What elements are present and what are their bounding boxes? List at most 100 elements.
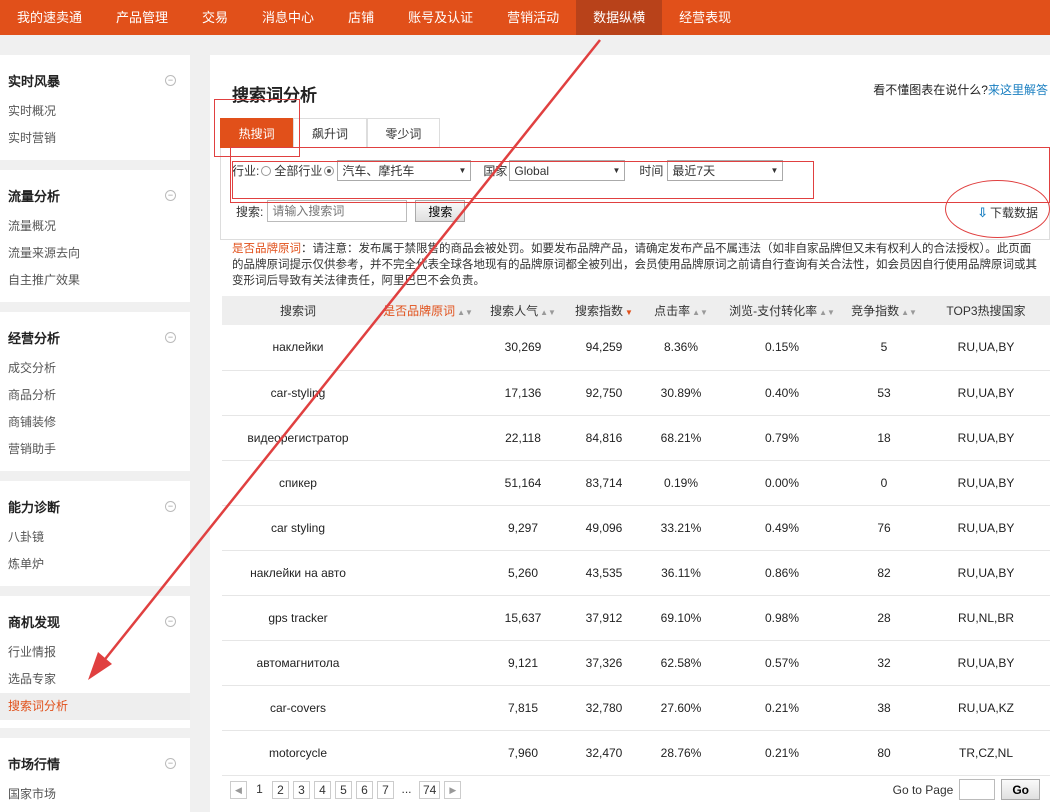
table-cell: RU,UA,KZ <box>922 685 1050 731</box>
table-cell: 27.60% <box>644 685 718 731</box>
table-cell: 0.19% <box>644 460 718 506</box>
col-click-rate[interactable]: 点击率 ▲▼ <box>644 296 718 325</box>
page-number-last[interactable]: 74 <box>419 781 441 799</box>
collapse-icon[interactable]: − <box>165 190 176 201</box>
goto-page-input[interactable] <box>959 779 996 800</box>
sidebar-item[interactable]: 选品专家 <box>0 666 190 693</box>
industry-select-value: 汽车、摩托车 <box>342 164 415 178</box>
time-select[interactable]: 最近7天 ▼ <box>667 160 784 181</box>
page-number[interactable]: 1 <box>251 781 268 799</box>
col-search-index[interactable]: 搜索指数 ▼ <box>564 296 644 325</box>
table-cell: 80 <box>846 730 922 776</box>
download-data-button[interactable]: ⇩ 下载数据 <box>977 204 1038 221</box>
table-cell: 53 <box>846 370 922 416</box>
table-cell: car-styling <box>222 370 374 416</box>
chevron-down-icon: ▼ <box>458 166 467 175</box>
col-is-brand[interactable]: 是否品牌原词 ▲▼ <box>374 296 482 325</box>
table-cell: 0.21% <box>718 685 846 731</box>
nav-item-1[interactable]: 产品管理 <box>99 0 185 35</box>
sidebar-group-header[interactable]: 市场行情 − <box>0 744 190 781</box>
table-cell: RU,UA,BY <box>922 415 1050 461</box>
tab-hot-words[interactable]: 热搜词 <box>220 118 294 148</box>
col-search-popularity[interactable]: 搜索人气 ▲▼ <box>482 296 564 325</box>
table-cell: 49,096 <box>564 505 644 551</box>
goto-page: Go to Page Go <box>893 779 1040 800</box>
tab-rising-words[interactable]: 飙升词 <box>293 118 367 148</box>
sidebar-item[interactable]: 搜索词分析 <box>0 693 190 720</box>
sidebar-item[interactable]: 成交分析 <box>0 355 190 382</box>
industry-select[interactable]: 汽车、摩托车 ▼ <box>337 160 472 181</box>
nav-item-8[interactable]: 经营表现 <box>662 0 748 35</box>
sidebar-group-header[interactable]: 能力诊断 − <box>0 487 190 524</box>
main-panel: 搜索词分析 看不懂图表在说什么?来这里解答 热搜词 飙升词 零少词 行业: 全部… <box>210 55 1050 812</box>
collapse-icon[interactable]: − <box>165 616 176 627</box>
country-select[interactable]: Global ▼ <box>509 160 626 181</box>
help-link[interactable]: 来这里解答 <box>988 83 1048 97</box>
col-competition-index[interactable]: 竞争指数 ▲▼ <box>846 296 922 325</box>
sidebar-group-title: 经营分析 <box>8 331 61 346</box>
table-cell: 0.79% <box>718 415 846 461</box>
table-cell: RU,UA,BY <box>922 325 1050 371</box>
sidebar-item[interactable]: 实时营销 <box>0 125 190 152</box>
col-label: 搜索词 <box>279 304 316 318</box>
sidebar-item[interactable]: 行业情报 <box>0 639 190 666</box>
collapse-icon[interactable]: − <box>165 501 176 512</box>
sidebar-group-header[interactable]: 流量分析 − <box>0 176 190 213</box>
nav-item-6[interactable]: 营销活动 <box>490 0 576 35</box>
sidebar-item[interactable]: 商品分析 <box>0 382 190 409</box>
collapse-icon[interactable]: − <box>165 332 176 343</box>
sidebar-item[interactable]: 营销助手 <box>0 436 190 463</box>
nav-item-7[interactable]: 数据纵横 <box>576 0 663 35</box>
tab-bar: 热搜词 飙升词 零少词 <box>220 118 440 148</box>
sidebar-group-header[interactable]: 经营分析 − <box>0 318 190 355</box>
table-cell <box>374 370 482 416</box>
page-number[interactable]: 4 <box>314 781 331 799</box>
collapse-icon[interactable]: − <box>165 758 176 769</box>
page-number[interactable]: 6 <box>356 781 373 799</box>
page-number[interactable]: 7 <box>377 781 394 799</box>
go-button[interactable]: Go <box>1001 779 1040 800</box>
sidebar-item[interactable]: 流量概况 <box>0 213 190 240</box>
sidebar-group-header[interactable]: 实时风暴 − <box>0 61 190 98</box>
sidebar: 实时风暴 − 实时概况 实时营销流量分析 − 流量概况 流量来源去向 自主推广效果经营分析 − 成… <box>0 55 190 812</box>
radio-all-industry[interactable] <box>261 165 272 176</box>
table-cell: 68.21% <box>644 415 718 461</box>
table-cell: gps tracker <box>222 595 374 641</box>
prev-page-icon[interactable]: ◀ <box>230 781 247 799</box>
table-cell: 18 <box>846 415 922 461</box>
radio-industry[interactable] <box>324 165 335 176</box>
sidebar-item[interactable]: 商铺装修 <box>0 409 190 436</box>
download-icon: ⇩ <box>977 204 988 220</box>
table-cell: наклейки на авто <box>222 550 374 596</box>
table-cell: 9,297 <box>482 505 564 551</box>
sidebar-item[interactable]: 实时概况 <box>0 98 190 125</box>
nav-item-4[interactable]: 店铺 <box>331 0 391 35</box>
table-cell: спикер <box>222 460 374 506</box>
table-header: 搜索词 是否品牌原词 ▲▼ 搜索人气 ▲▼ 搜索指数 ▼ 点击率 ▲▼ 浏览-支付转化率… <box>222 296 1050 325</box>
time-label: 时间 <box>639 164 664 178</box>
nav-item-5[interactable]: 账号及认证 <box>391 0 490 35</box>
table-cell: 15,637 <box>482 595 564 641</box>
sidebar-item[interactable]: 流量来源去向 <box>0 240 190 267</box>
sidebar-item[interactable]: 炼单炉 <box>0 551 190 578</box>
page-number[interactable]: 2 <box>272 781 289 799</box>
search-button[interactable]: 搜索 <box>415 200 466 222</box>
page-number[interactable]: 5 <box>335 781 352 799</box>
sidebar-item[interactable]: 国家市场 <box>0 781 190 808</box>
sidebar-item[interactable]: 八卦镜 <box>0 524 190 551</box>
page-number[interactable]: 3 <box>293 781 310 799</box>
sidebar-group-header[interactable]: 商机发现 − <box>0 602 190 639</box>
search-input[interactable] <box>267 200 408 222</box>
nav-item-3[interactable]: 消息中心 <box>245 0 331 35</box>
collapse-icon[interactable]: − <box>165 75 176 86</box>
sidebar-item[interactable]: 自主推广效果 <box>0 267 190 294</box>
table-cell: RU,UA,BY <box>922 460 1050 506</box>
table-cell: 7,960 <box>482 730 564 776</box>
nav-item-0[interactable]: 我的速卖通 <box>0 0 99 35</box>
table-row: видеорегистратор 22,118 84,816 68.21% 0.79% 1… <box>222 415 1050 461</box>
next-page-icon[interactable]: ▶ <box>444 781 462 799</box>
col-conversion-rate[interactable]: 浏览-支付转化率 ▲▼ <box>718 296 846 325</box>
table-cell: 30,269 <box>482 325 564 371</box>
tab-few-words[interactable]: 零少词 <box>366 118 440 148</box>
nav-item-2[interactable]: 交易 <box>185 0 245 35</box>
